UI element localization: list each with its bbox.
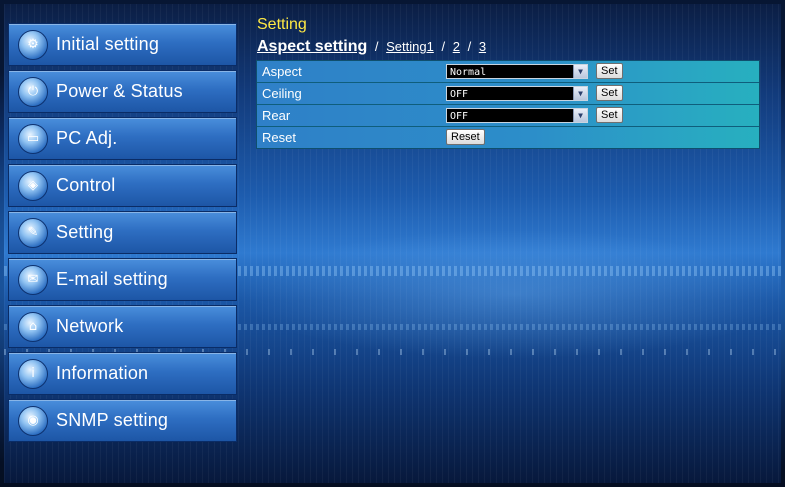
- table-row-reset: Reset Reset: [257, 127, 759, 148]
- sidebar: ⚙ Initial setting ⏻ Power & Status ▭ PC …: [8, 23, 237, 446]
- rear-select[interactable]: OFF ▼: [446, 108, 588, 123]
- aspect-set-button[interactable]: Set: [596, 63, 623, 79]
- network-icon: ⌂: [18, 311, 48, 342]
- chevron-down-icon[interactable]: ▼: [573, 87, 587, 100]
- breadcrumb-link-2[interactable]: 2: [453, 39, 460, 54]
- mail-icon: ✉: [18, 264, 48, 295]
- sidebar-item-information[interactable]: i Information: [8, 352, 237, 395]
- select-value: Normal: [450, 67, 487, 78]
- ceiling-set-button[interactable]: Set: [596, 85, 623, 101]
- sidebar-item-label: SNMP setting: [56, 410, 169, 430]
- row-label: Ceiling: [262, 86, 302, 101]
- page-title: Setting: [257, 16, 307, 33]
- sidebar-item-setting[interactable]: ✎ Setting: [8, 211, 237, 254]
- select-value: OFF: [450, 89, 469, 100]
- settings-table: Aspect Normal ▼ Set Ceiling OFF ▼ Set Re…: [256, 60, 760, 149]
- row-label: Aspect: [262, 64, 302, 79]
- chevron-down-icon[interactable]: ▼: [573, 109, 587, 122]
- select-value: OFF: [450, 111, 469, 122]
- snmp-icon: ◉: [18, 405, 48, 436]
- sidebar-item-label: Power & Status: [56, 81, 183, 101]
- sidebar-item-label: E-mail setting: [56, 269, 168, 289]
- info-icon: i: [18, 358, 48, 389]
- sidebar-item-power-status[interactable]: ⏻ Power & Status: [8, 70, 237, 113]
- row-label: Reset: [262, 130, 296, 145]
- gear-icon: ⚙: [18, 29, 48, 60]
- table-row-ceiling: Ceiling OFF ▼ Set: [257, 83, 759, 105]
- sidebar-item-label: Initial setting: [56, 34, 160, 54]
- table-row-aspect: Aspect Normal ▼ Set: [257, 61, 759, 83]
- sidebar-item-label: Control: [56, 175, 116, 195]
- table-row-rear: Rear OFF ▼ Set: [257, 105, 759, 127]
- ceiling-select[interactable]: OFF ▼: [446, 86, 588, 101]
- breadcrumb: Aspect setting / Setting1 / 2 / 3: [257, 38, 486, 56]
- sidebar-item-pc-adj[interactable]: ▭ PC Adj.: [8, 117, 237, 160]
- sidebar-item-email-setting[interactable]: ✉ E-mail setting: [8, 258, 237, 301]
- sidebar-item-control[interactable]: ◈ Control: [8, 164, 237, 207]
- reset-button[interactable]: Reset: [446, 129, 485, 145]
- sidebar-item-snmp-setting[interactable]: ◉ SNMP setting: [8, 399, 237, 442]
- sidebar-item-label: Setting: [56, 222, 114, 242]
- sidebar-item-network[interactable]: ⌂ Network: [8, 305, 237, 348]
- wrench-icon: ✎: [18, 217, 48, 248]
- breadcrumb-link-3[interactable]: 3: [479, 39, 486, 54]
- breadcrumb-separator: /: [374, 39, 379, 54]
- control-icon: ◈: [18, 170, 48, 201]
- row-label: Rear: [262, 108, 291, 123]
- breadcrumb-separator: /: [467, 39, 472, 54]
- power-icon: ⏻: [18, 76, 48, 107]
- sidebar-item-label: Information: [56, 363, 149, 383]
- breadcrumb-link-setting1[interactable]: Setting1: [386, 39, 434, 54]
- aspect-select[interactable]: Normal ▼: [446, 64, 588, 79]
- rear-set-button[interactable]: Set: [596, 107, 623, 123]
- monitor-icon: ▭: [18, 123, 48, 154]
- sidebar-item-initial-setting[interactable]: ⚙ Initial setting: [8, 23, 237, 66]
- chevron-down-icon[interactable]: ▼: [573, 65, 587, 78]
- breadcrumb-separator: /: [441, 39, 446, 54]
- sidebar-item-label: Network: [56, 316, 124, 336]
- background-glow: [234, 229, 781, 359]
- breadcrumb-current[interactable]: Aspect setting: [257, 38, 367, 55]
- sidebar-item-label: PC Adj.: [56, 128, 118, 148]
